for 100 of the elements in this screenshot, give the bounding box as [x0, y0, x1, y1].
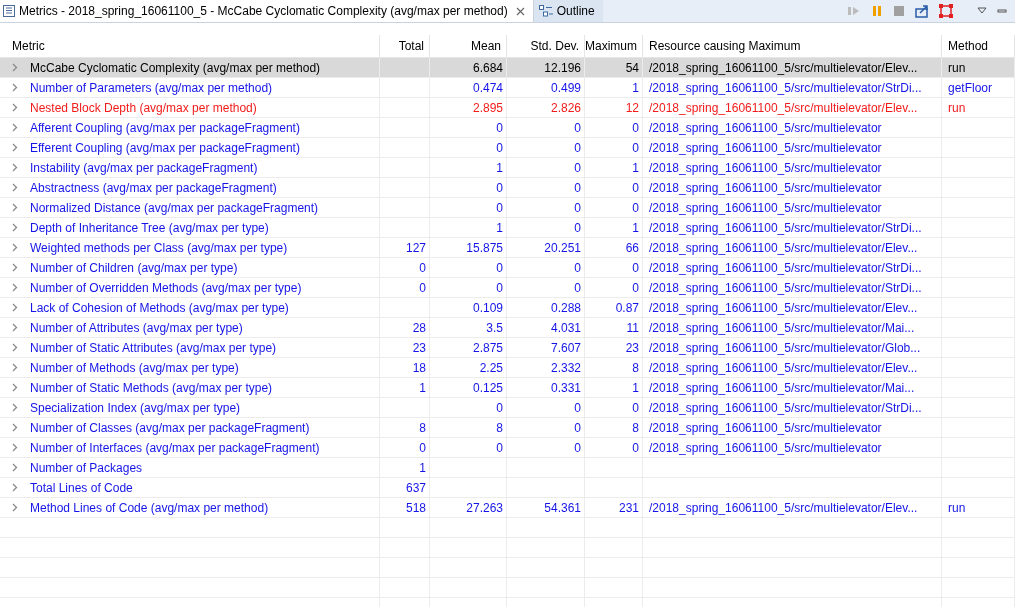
- table-row[interactable]: Number of Parameters (avg/max per method) 0.474 0.499 1 /2018_spring_16061100_5/src/multielevator/StrDi... getFloor: [0, 78, 1015, 98]
- expand-chevron-icon[interactable]: [12, 483, 18, 492]
- table-cell-text: /2018_spring_16061100_5/src/multielevator: [649, 419, 882, 437]
- table-row[interactable]: Instability (avg/max per packageFragment) 1 0 1 /2018_spring_16061100_5/src/multielevator: [0, 158, 1015, 178]
- expand-chevron-icon[interactable]: [12, 63, 18, 72]
- table-cell-text: Nested Block Depth (avg/max per method): [30, 99, 257, 117]
- table-cell-text: 0: [632, 199, 639, 217]
- expand-chevron-icon[interactable]: [12, 503, 18, 512]
- table-row[interactable]: Number of Overridden Methods (avg/max per type) 0 0 0 0 /2018_spring_16061100_5/src/multielevator/StrDi...: [0, 278, 1015, 298]
- table-row[interactable]: Afferent Coupling (avg/max per packageFragment) 0 0 0 /2018_spring_16061100_5/src/multielevator: [0, 118, 1015, 138]
- table-row[interactable]: Number of Static Methods (avg/max per type) 1 0.125 0.331 1 /2018_spring_16061100_5/src/multielevator/Mai...: [0, 378, 1015, 398]
- table-row[interactable]: Number of Packages 1: [0, 458, 1015, 478]
- table-row[interactable]: Normalized Distance (avg/max per packageFragment) 0 0 0 /2018_spring_16061100_5/src/multielevator: [0, 198, 1015, 218]
- table-cell-text: 0: [496, 279, 503, 297]
- minimize-icon[interactable]: [997, 7, 1007, 15]
- column-header[interactable]: Method: [948, 37, 989, 55]
- table-cell-text: Number of Interfaces (avg/max per packageFragment): [30, 439, 320, 457]
- table-cell-text: 28: [412, 319, 426, 337]
- column-header[interactable]: Total: [398, 37, 424, 55]
- table-row[interactable]: Number of Static Attributes (avg/max per type) 23 2.875 7.607 23 /2018_spring_16061100_5/src/multielevator/Glob...: [0, 338, 1015, 358]
- table-cell-text: 2.826: [550, 99, 581, 117]
- expand-chevron-icon[interactable]: [12, 403, 18, 412]
- expand-chevron-icon[interactable]: [12, 343, 18, 352]
- table-row[interactable]: Depth of Inheritance Tree (avg/max per type) 1 0 1 /2018_spring_16061100_5/src/multielevator/StrDi...: [0, 218, 1015, 238]
- expand-chevron-icon[interactable]: [12, 383, 18, 392]
- table-cell-text: /2018_spring_16061100_5/src/multielevator/StrDi...: [649, 259, 922, 277]
- table-cell-text: 1: [632, 379, 639, 397]
- table-cell-text: 18: [412, 359, 426, 377]
- table-row[interactable]: Number of Methods (avg/max per type) 18 2.25 2.332 8 /2018_spring_16061100_5/src/multielevator/Elev...: [0, 358, 1015, 378]
- table-row[interactable]: Lack of Cohesion of Methods (avg/max per type) 0.109 0.288 0.87 /2018_spring_16061100_5/src/multielevator/Elev...: [0, 298, 1015, 318]
- table-cell-text: /2018_spring_16061100_5/src/multielevator: [649, 439, 882, 457]
- table-row[interactable]: Efferent Coupling (avg/max per packageFragment) 0 0 0 /2018_spring_16061100_5/src/multielevator: [0, 138, 1015, 158]
- table-cell-text: /2018_spring_16061100_5/src/multielevator/StrDi...: [649, 279, 922, 297]
- table-row[interactable]: Weighted methods per Class (avg/max per type) 127 15.875 20.251 66 /2018_spring_16061100_5/src/multielevator/Elev...: [0, 238, 1015, 258]
- expand-chevron-icon[interactable]: [12, 223, 18, 232]
- table-cell-text: 20.251: [544, 239, 581, 257]
- expand-chevron-icon[interactable]: [12, 243, 18, 252]
- expand-chevron-icon[interactable]: [12, 143, 18, 152]
- table-cell-text: 7.607: [550, 339, 581, 357]
- stop-icon[interactable]: [893, 5, 905, 17]
- table-row[interactable]: Number of Attributes (avg/max per type) 28 3.5 4.031 11 /2018_spring_16061100_5/src/multielevator/Mai...: [0, 318, 1015, 338]
- column-header[interactable]: Std. Dev.: [530, 37, 579, 55]
- table-cell-text: 54.361: [544, 499, 581, 517]
- expand-chevron-icon[interactable]: [12, 203, 18, 212]
- view-tab[interactable]: Outline: [533, 0, 603, 22]
- expand-chevron-icon[interactable]: [12, 443, 18, 452]
- column-header[interactable]: Mean: [470, 37, 501, 55]
- table-cell-text: Number of Children (avg/max per type): [30, 259, 238, 277]
- table-cell-text: /2018_spring_16061100_5/src/multielevator/Elev...: [649, 359, 918, 377]
- table-cell-text: run: [948, 59, 966, 77]
- layout-icon[interactable]: [939, 4, 953, 18]
- expand-chevron-icon[interactable]: [12, 363, 18, 372]
- table-cell-text: 2.25: [479, 359, 503, 377]
- table-row[interactable]: Specialization Index (avg/max per type) 0 0 0 /2018_spring_16061100_5/src/multielevator/StrDi...: [0, 398, 1015, 418]
- table-cell-text: 23: [625, 339, 639, 357]
- table-cell-text: 0: [419, 279, 426, 297]
- table-cell-text: 11: [626, 319, 639, 337]
- table-cell-text: Instability (avg/max per packageFragment): [30, 159, 258, 177]
- table-row[interactable]: Nested Block Depth (avg/max per method) 2.895 2.826 12 /2018_spring_16061100_5/src/multielevator/Elev... run: [0, 98, 1015, 118]
- table-row[interactable]: Number of Interfaces (avg/max per packageFragment) 0 0 0 0 /2018_spring_16061100_5/src/multielevator: [0, 438, 1015, 458]
- table-row[interactable]: Number of Children (avg/max per type) 0 0 0 0 /2018_spring_16061100_5/src/multielevator/StrDi...: [0, 258, 1015, 278]
- table-row[interactable]: Method Lines of Code (avg/max per method) 518 27.263 54.361 231 /2018_spring_16061100_5/src/multielevator/Elev... run: [0, 498, 1015, 518]
- column-header[interactable]: Metric: [12, 37, 45, 55]
- expand-chevron-icon[interactable]: [12, 83, 18, 92]
- table-cell-text: 1: [632, 79, 639, 97]
- expand-chevron-icon[interactable]: [12, 103, 18, 112]
- table-icon[interactable]: [3, 5, 15, 17]
- column-header[interactable]: Resource causing Maximum: [649, 37, 801, 55]
- table-cell-text: /2018_spring_16061100_5/src/multielevator/Elev...: [649, 299, 918, 317]
- table-cell-text: 8: [632, 359, 639, 377]
- table-cell-text: 8: [419, 419, 426, 437]
- export-icon[interactable]: [915, 4, 929, 18]
- table-cell-text: run: [948, 99, 966, 117]
- close-icon[interactable]: [515, 6, 525, 16]
- table-row[interactable]: McCabe Cyclomatic Complexity (avg/max per method) 6.684 12.196 54 /2018_spring_16061100_5/src/multielevator/Elev... run: [0, 58, 1015, 78]
- table-row[interactable]: Abstractness (avg/max per packageFragment) 0 0 0 /2018_spring_16061100_5/src/multielevator: [0, 178, 1015, 198]
- table-cell-text: 4.031: [550, 319, 581, 337]
- view-tab[interactable]: Metrics - 2018_spring_16061100_5 - McCabe Cyclomatic Complexity (avg/max per method): [0, 0, 534, 22]
- outline-icon[interactable]: [538, 5, 553, 17]
- table-cell-text: Normalized Distance (avg/max per packageFragment): [30, 199, 319, 217]
- expand-chevron-icon[interactable]: [12, 163, 18, 172]
- table-cell-text: 8: [632, 419, 639, 437]
- expand-chevron-icon[interactable]: [12, 323, 18, 332]
- expand-chevron-icon[interactable]: [12, 423, 18, 432]
- expand-chevron-icon[interactable]: [12, 183, 18, 192]
- table-cell-text: 0.499: [550, 79, 581, 97]
- column-header[interactable]: Maximum: [585, 37, 637, 55]
- view-menu-icon[interactable]: [977, 7, 987, 15]
- table-cell-text: 1: [419, 379, 426, 397]
- table-cell-text: 0.87: [615, 299, 639, 317]
- table-cell-text: Number of Parameters (avg/max per method): [30, 79, 273, 97]
- expand-chevron-icon[interactable]: [12, 263, 18, 272]
- expand-chevron-icon[interactable]: [12, 123, 18, 132]
- table-cell-text: Lack of Cohesion of Methods (avg/max per type): [30, 299, 289, 317]
- table-row[interactable]: Total Lines of Code 637: [0, 478, 1015, 498]
- expand-chevron-icon[interactable]: [12, 463, 18, 472]
- expand-chevron-icon[interactable]: [12, 303, 18, 312]
- expand-chevron-icon[interactable]: [12, 283, 18, 292]
- pause-icon[interactable]: [871, 5, 883, 17]
- table-row[interactable]: Number of Classes (avg/max per packageFragment) 8 8 0 8 /2018_spring_16061100_5/src/multielevator: [0, 418, 1015, 438]
